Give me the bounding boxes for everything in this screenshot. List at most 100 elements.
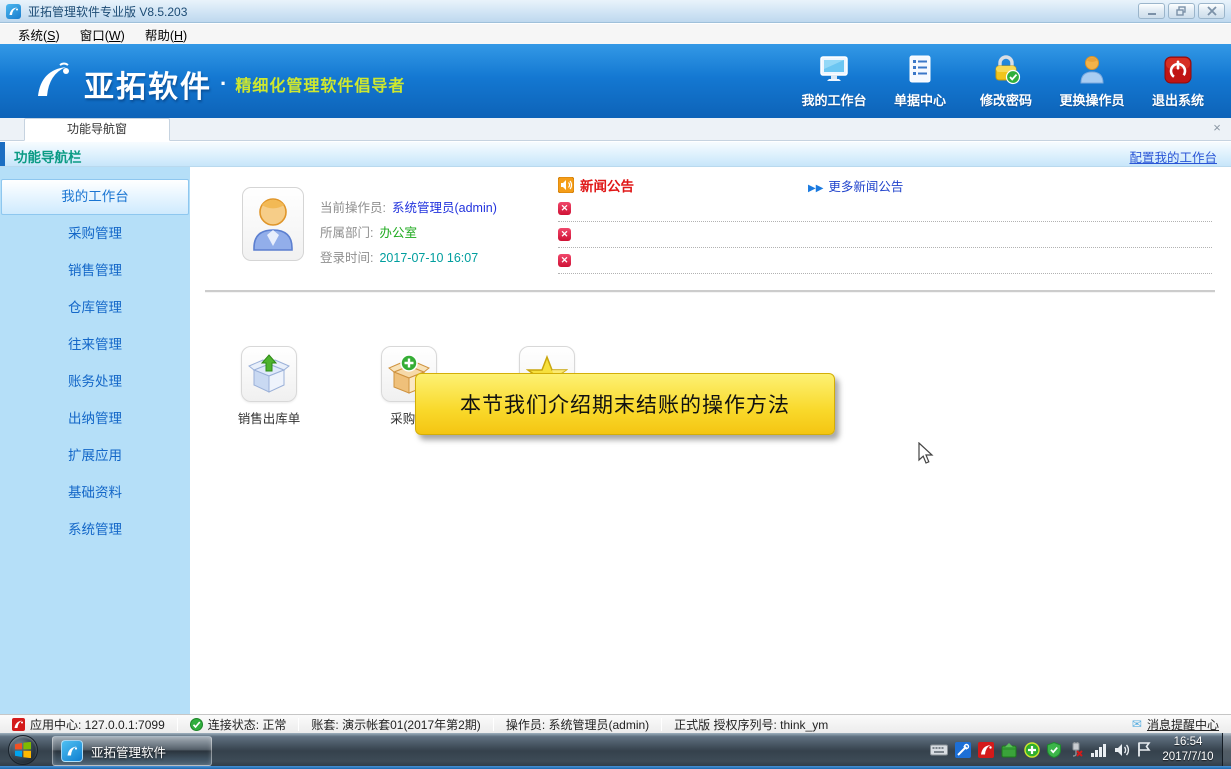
login-time-value: 2017-07-10 16:07 bbox=[379, 251, 478, 265]
sidebar: 我的工作台 采购管理 销售管理 仓库管理 往来管理 账务处理 出纳管理 扩展应用… bbox=[0, 167, 190, 714]
header-toolbar: 我的工作台 单据中心 bbox=[795, 52, 1217, 112]
switch-operator-button[interactable]: 更换操作员 bbox=[1053, 52, 1131, 112]
operator-avatar bbox=[242, 187, 304, 261]
package-tray-icon[interactable] bbox=[1001, 742, 1017, 758]
box-out-icon[interactable] bbox=[241, 346, 297, 402]
status-bar: 应用中心: 127.0.0.1:7099 连接状态: 正常 账套: 演示帐套01… bbox=[0, 714, 1231, 733]
more-news-link[interactable]: ▶▶更多新闻公告 bbox=[808, 176, 903, 195]
toolbar-label: 退出系统 bbox=[1152, 90, 1204, 109]
taskbar: 亚拓管理软件 bbox=[0, 733, 1231, 769]
shield-tray-icon[interactable] bbox=[1047, 742, 1061, 758]
sidebar-item-my-workbench[interactable]: 我的工作台 bbox=[1, 179, 189, 215]
show-desktop-button[interactable] bbox=[1222, 733, 1231, 766]
news-bullet-icon: ✕ bbox=[558, 202, 571, 215]
toolbar-label: 修改密码 bbox=[980, 90, 1032, 109]
taskbar-clock[interactable]: 16:54 2017/7/10 bbox=[1157, 735, 1219, 765]
lock-icon bbox=[991, 52, 1021, 88]
power-icon bbox=[1163, 52, 1193, 88]
connection-ok-icon bbox=[190, 718, 203, 731]
menu-window[interactable]: 窗口(W) bbox=[70, 23, 135, 46]
tab-close-icon[interactable]: × bbox=[1209, 120, 1225, 136]
news-item[interactable]: ✕ bbox=[558, 226, 1212, 248]
brand-logo-icon bbox=[30, 60, 74, 107]
brand-tagline: 精细化管理软件倡导者 bbox=[235, 72, 405, 96]
content-area: 我的工作台 采购管理 销售管理 仓库管理 往来管理 账务处理 出纳管理 扩展应用… bbox=[0, 167, 1231, 714]
accent-bar bbox=[0, 142, 5, 166]
nav-title: 功能导航栏 bbox=[14, 146, 82, 166]
clock-date: 2017/7/10 bbox=[1157, 750, 1219, 765]
login-time-row: 登录时间:2017-07-10 16:07 bbox=[320, 247, 478, 266]
speaker-tray-icon[interactable] bbox=[1114, 743, 1130, 757]
shortcut-label: 销售出库单 bbox=[224, 408, 314, 427]
configure-workbench-link[interactable]: 配置我的工作台 bbox=[1129, 147, 1217, 166]
status-account-set: 账套: 演示帐套01(2017年第2期) bbox=[299, 716, 492, 733]
news-bullet-icon: ✕ bbox=[558, 254, 571, 267]
exit-system-button[interactable]: 退出系统 bbox=[1139, 52, 1217, 112]
sidebar-item-sales[interactable]: 销售管理 bbox=[1, 253, 189, 289]
department-label: 所属部门: bbox=[320, 226, 373, 240]
document-icon bbox=[906, 52, 934, 88]
start-button[interactable] bbox=[8, 735, 38, 765]
minimize-button[interactable] bbox=[1138, 3, 1165, 19]
status-operator: 操作员: 系统管理员(admin) bbox=[494, 716, 661, 733]
sidebar-item-purchase[interactable]: 采购管理 bbox=[1, 216, 189, 252]
news-item[interactable]: ✕ bbox=[558, 200, 1212, 222]
avatar-person-icon bbox=[250, 196, 296, 252]
brand-dot: · bbox=[220, 71, 227, 97]
document-center-button[interactable]: 单据中心 bbox=[881, 52, 959, 112]
toolbar-label: 更换操作员 bbox=[1059, 90, 1124, 109]
sidebar-item-extensions[interactable]: 扩展应用 bbox=[1, 438, 189, 474]
news-title: 新闻公告 bbox=[580, 175, 634, 195]
keyboard-tray-icon[interactable] bbox=[930, 744, 948, 756]
section-divider bbox=[205, 290, 1215, 293]
app-window: 亚拓管理软件专业版 V8.5.203 系统(S) 窗口(W) 帮助(H) bbox=[0, 0, 1231, 769]
clock-time: 16:54 bbox=[1157, 735, 1219, 750]
signal-bars-tray-icon[interactable] bbox=[1091, 743, 1107, 757]
sidebar-item-base-data[interactable]: 基础资料 bbox=[1, 475, 189, 511]
operator-value: 系统管理员(admin) bbox=[392, 201, 497, 215]
sidebar-item-accounting[interactable]: 账务处理 bbox=[1, 364, 189, 400]
brand-name: 亚拓软件 bbox=[84, 62, 212, 106]
windows-flag-icon bbox=[15, 742, 31, 758]
window-title: 亚拓管理软件专业版 V8.5.203 bbox=[28, 3, 187, 20]
sidebar-item-warehouse[interactable]: 仓库管理 bbox=[1, 290, 189, 326]
restore-button[interactable] bbox=[1168, 3, 1195, 19]
envelope-icon: ✉ bbox=[1132, 717, 1142, 731]
toolbar-label: 单据中心 bbox=[894, 90, 946, 109]
sidebar-item-contacts[interactable]: 往来管理 bbox=[1, 327, 189, 363]
antivirus-plus-tray-icon[interactable] bbox=[1024, 742, 1040, 758]
menu-help[interactable]: 帮助(H) bbox=[135, 23, 197, 46]
remote-tool-tray-icon[interactable] bbox=[955, 742, 971, 758]
sidebar-item-cashier[interactable]: 出纳管理 bbox=[1, 401, 189, 437]
operator-label: 当前操作员: bbox=[320, 201, 386, 215]
taskbar-app-button[interactable]: 亚拓管理软件 bbox=[52, 736, 212, 766]
menu-system[interactable]: 系统(S) bbox=[8, 23, 70, 46]
status-connection: 连接状态: 正常 bbox=[178, 716, 299, 733]
double-arrow-icon: ▶▶ bbox=[808, 183, 823, 194]
menu-bar: 系统(S) 窗口(W) 帮助(H) bbox=[0, 24, 1231, 44]
news-item[interactable]: ✕ bbox=[558, 252, 1212, 274]
network-error-tray-icon[interactable] bbox=[1068, 742, 1084, 758]
shortcut-sales-outbound[interactable]: 销售出库单 bbox=[224, 346, 314, 427]
my-workbench-button[interactable]: 我的工作台 bbox=[795, 52, 873, 112]
department-row: 所属部门:办公室 bbox=[320, 222, 417, 241]
message-center-link[interactable]: ✉ 消息提醒中心 bbox=[1120, 716, 1231, 733]
news-header: 新闻公告 bbox=[558, 175, 634, 195]
toolbar-label: 我的工作台 bbox=[801, 90, 866, 109]
nav-title-bar: 功能导航栏 配置我的工作台 bbox=[0, 142, 1231, 167]
sidebar-item-system[interactable]: 系统管理 bbox=[1, 512, 189, 548]
change-password-button[interactable]: 修改密码 bbox=[967, 52, 1045, 112]
taskbar-app-icon bbox=[61, 740, 83, 762]
announcement-icon bbox=[558, 177, 574, 193]
mouse-cursor bbox=[917, 442, 935, 471]
tutorial-tooltip: 本节我们介绍期末结账的操作方法 bbox=[415, 373, 835, 435]
tab-function-navigator[interactable]: 功能导航窗 bbox=[24, 118, 170, 141]
user-icon bbox=[1078, 52, 1106, 88]
taskbar-app-label: 亚拓管理软件 bbox=[91, 742, 166, 761]
operator-row: 当前操作员: 系统管理员(admin) bbox=[320, 197, 497, 216]
status-app-center: 应用中心: 127.0.0.1:7099 bbox=[0, 716, 177, 733]
action-center-flag-tray-icon[interactable] bbox=[1137, 742, 1151, 757]
app-header: 亚拓软件 · 精细化管理软件倡导者 我的工作台 bbox=[0, 44, 1231, 118]
close-button[interactable] bbox=[1198, 3, 1225, 19]
yatuo-tray-icon[interactable] bbox=[978, 742, 994, 758]
